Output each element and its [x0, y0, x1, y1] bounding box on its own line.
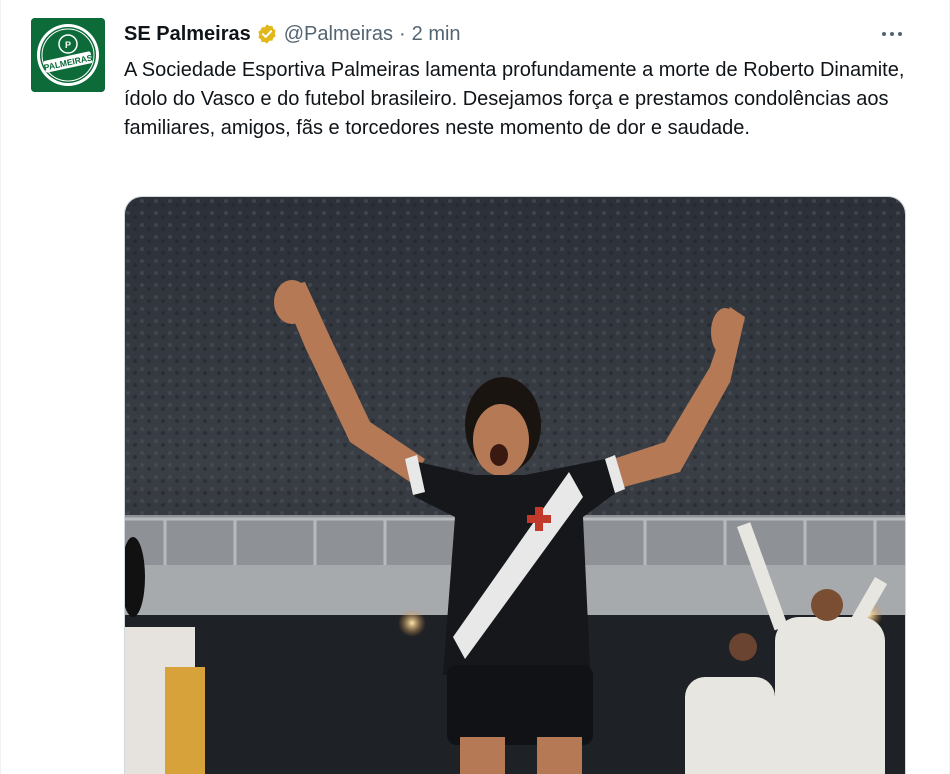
author-name[interactable]: SE Palmeiras: [124, 23, 251, 46]
palmeiras-crest-icon: P PALMEIRAS: [31, 18, 105, 92]
more-horizontal-icon: [882, 32, 886, 36]
more-dot: [890, 32, 894, 36]
timestamp[interactable]: 2 min: [412, 23, 461, 46]
svg-text:P: P: [65, 40, 71, 50]
tweet: P PALMEIRAS SE Palmeiras @Palmeiras · 2 …: [0, 0, 950, 774]
author-handle[interactable]: @Palmeiras: [284, 23, 393, 46]
avatar[interactable]: P PALMEIRAS: [31, 18, 105, 92]
more-dot: [898, 32, 902, 36]
tweet-text: A Sociedade Esportiva Palmeiras lamenta …: [124, 59, 905, 139]
tweet-photo[interactable]: [124, 196, 906, 774]
verified-badge-icon[interactable]: [256, 23, 278, 45]
football-celebration-photo: [125, 197, 905, 774]
separator-dot: ·: [398, 22, 406, 45]
tweet-header: SE Palmeiras @Palmeiras · 2 min: [124, 20, 461, 48]
more-options-button[interactable]: [875, 20, 909, 48]
